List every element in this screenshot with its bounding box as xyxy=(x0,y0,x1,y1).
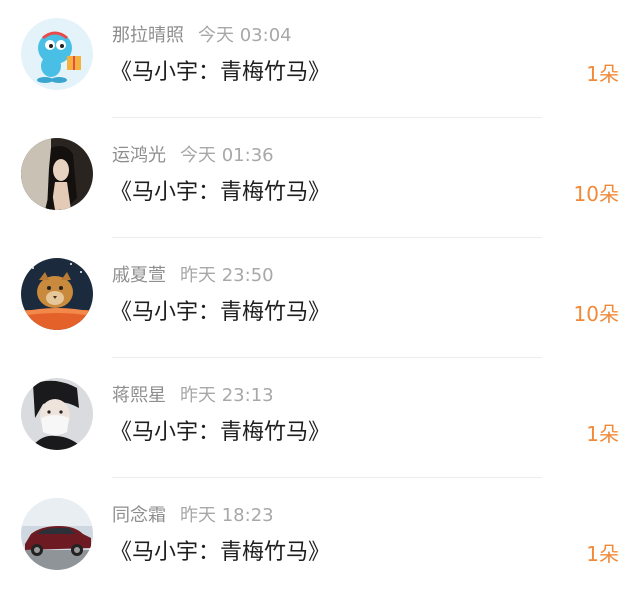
woman-portrait-avatar-icon xyxy=(21,138,93,210)
masked-person-avatar-icon xyxy=(21,378,93,450)
list-item[interactable]: 同念霜 昨天 18:23 《马小宇：青梅竹马》 1朵 xyxy=(0,480,640,600)
avatar[interactable] xyxy=(21,138,93,210)
timestamp: 今天 03:04 xyxy=(198,25,292,46)
book-title[interactable]: 《马小宇：青梅竹马》 xyxy=(110,298,330,328)
divider xyxy=(112,477,542,478)
list-item[interactable]: 戚夏萱 昨天 23:50 《马小宇：青梅竹马》 10朵 xyxy=(0,240,640,360)
list-item[interactable]: 那拉晴照 今天 03:04 《马小宇：青梅竹马》 1朵 xyxy=(0,0,640,120)
timestamp: 昨天 23:13 xyxy=(180,385,274,406)
list-item[interactable]: 蒋熙星 昨天 23:13 《马小宇：青梅竹马》 1朵 xyxy=(0,360,640,480)
divider xyxy=(112,117,542,118)
flower-count: 1朵 xyxy=(586,62,619,86)
lion-avatar-icon xyxy=(21,258,93,330)
list-item[interactable]: 运鸿光 今天 01:36 《马小宇：青梅竹马》 10朵 xyxy=(0,120,640,240)
item-meta: 那拉晴照 今天 03:04 xyxy=(112,24,292,48)
cartoon-character-avatar-icon xyxy=(21,18,93,90)
divider xyxy=(112,237,542,238)
flower-count: 1朵 xyxy=(586,422,619,446)
avatar[interactable] xyxy=(21,378,93,450)
avatar[interactable] xyxy=(21,498,93,570)
avatar[interactable] xyxy=(21,258,93,330)
item-meta: 同念霜 昨天 18:23 xyxy=(112,504,274,528)
flower-count: 1朵 xyxy=(586,542,619,566)
divider xyxy=(112,357,542,358)
item-meta: 运鸿光 今天 01:36 xyxy=(112,144,274,168)
timestamp: 今天 01:36 xyxy=(180,145,274,166)
timestamp: 昨天 23:50 xyxy=(180,265,274,286)
car-avatar-icon xyxy=(21,498,93,570)
user-name[interactable]: 运鸿光 xyxy=(112,145,166,166)
flower-count: 10朵 xyxy=(573,182,619,206)
user-name[interactable]: 那拉晴照 xyxy=(112,25,184,46)
user-name[interactable]: 戚夏萱 xyxy=(112,265,166,286)
item-meta: 蒋熙星 昨天 23:13 xyxy=(112,384,274,408)
book-title[interactable]: 《马小宇：青梅竹马》 xyxy=(110,178,330,208)
item-meta: 戚夏萱 昨天 23:50 xyxy=(112,264,274,288)
user-name[interactable]: 蒋熙星 xyxy=(112,385,166,406)
flower-count: 10朵 xyxy=(573,302,619,326)
book-title[interactable]: 《马小宇：青梅竹马》 xyxy=(110,58,330,88)
user-name[interactable]: 同念霜 xyxy=(112,505,166,526)
avatar[interactable] xyxy=(21,18,93,90)
gift-record-list: 那拉晴照 今天 03:04 《马小宇：青梅竹马》 1朵 运鸿光 今天 01:36 《… xyxy=(0,0,640,590)
book-title[interactable]: 《马小宇：青梅竹马》 xyxy=(110,418,330,448)
timestamp: 昨天 18:23 xyxy=(180,505,274,526)
book-title[interactable]: 《马小宇：青梅竹马》 xyxy=(110,538,330,568)
